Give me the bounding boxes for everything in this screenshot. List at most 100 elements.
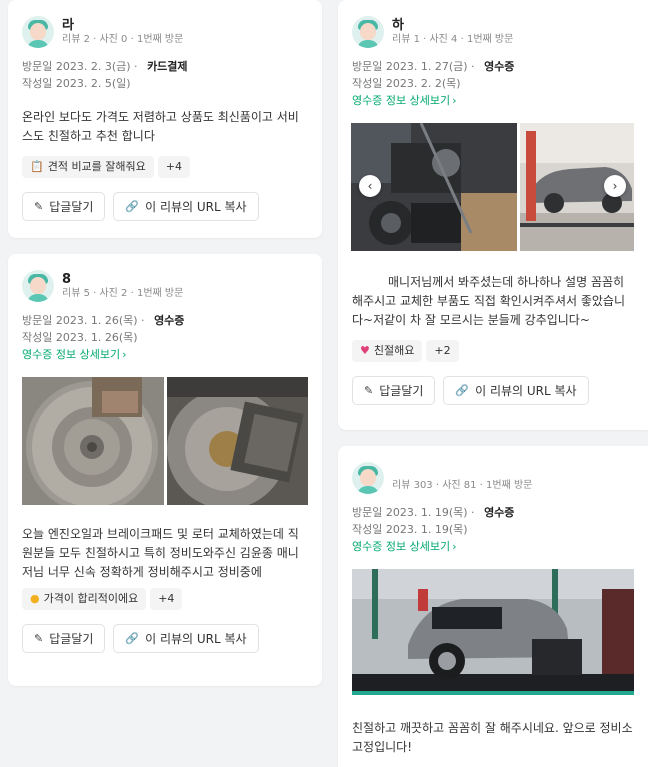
review-card: 라 리뷰 2 · 사진 0 · 1번째 방문 방문일 2023. 2. 3(금)… [8,0,322,238]
visit-date-row: 방문일 2023. 1. 27(금) · 영수증 [352,60,515,73]
written-label: 작성일 [22,331,53,344]
pencil-icon: ✎ [364,384,374,397]
written-date-row: 작성일 2023. 1. 19(목) [352,521,634,538]
tag-label: 견적 비교를 잘해줘요 [47,160,146,173]
reviewer-nickname[interactable] [392,464,532,480]
brake-rotor-photo [22,377,164,505]
clipboard-icon: 📋 [30,160,44,173]
review-tag: ● 가격이 합리적이에요 [22,588,147,610]
review-card: 리뷰 303 · 사진 81 · 1번째 방문 방문일 2023. 1. 19(… [338,446,648,767]
more-tags-button[interactable]: +4 [150,588,183,610]
reviewer-stats: 리뷰 5 · 사진 2 · 1번째 방문 [62,287,184,299]
tag-label: 가격이 합리적이에요 [43,592,139,605]
chevron-left-icon: ‹ [367,179,373,193]
reply-button[interactable]: ✎ 답글달기 [22,192,106,221]
review-text: 매니저님께서 봐주셨는데 하나하나 설명 꼼꼼히 해주시고 교체한 부품도 직접… [352,273,634,330]
copy-url-button[interactable]: 🔗 이 리뷰의 URL 복사 [113,192,259,221]
reply-button[interactable]: ✎ 답글달기 [352,376,436,405]
reply-button[interactable]: ✎ 답글달기 [22,624,106,653]
visit-label: 방문일 [22,60,53,73]
review-text: 오늘 엔진오일과 브레이크패드 및 로터 교체하였는데 직원분들 모두 친절하시… [22,527,299,579]
avatar[interactable] [22,16,54,48]
written-date-row: 작성일 2023. 1. 26(목) [22,329,308,346]
payment-method: 영수증 [484,506,515,519]
review-text-body: 매니저님께서 봐주셨는데 하나하나 설명 꼼꼼히 해주시고 교체한 부품도 직접… [352,275,625,327]
review-photo[interactable] [22,377,164,505]
tag-label: 친절해요 [373,344,415,357]
reply-label: 답글달기 [49,200,94,214]
reviewer-nickname[interactable]: 8 [62,272,183,288]
copy-url-label: 이 리뷰의 URL 복사 [475,384,577,398]
written-date: 2023. 1. 26(목) [55,331,138,344]
receipt-detail-link[interactable]: 영수증 정보 상세보기 › [352,538,634,555]
written-date: 2023. 2. 2(목) [385,77,461,90]
carousel-prev-button[interactable]: ‹ [359,175,381,197]
reply-label: 답글달기 [49,632,94,646]
visit-date: 2023. 1. 26(목) [55,314,138,327]
payment-method: 카드결제 [147,60,188,73]
review-text: 온라인 보다도 가격도 저렴하고 상품도 최신품이고 서비스도 친절하고 추천 … [22,110,299,143]
avatar[interactable] [352,16,384,48]
written-label: 작성일 [22,77,53,90]
visit-label: 방문일 [352,506,383,519]
visit-date: 2023. 2. 3(금) [55,60,131,73]
written-label: 작성일 [352,523,383,536]
chevron-right-icon: › [452,94,457,107]
reply-label: 답글달기 [379,384,424,398]
reviewer-stats: 리뷰 2 · 사진 0 · 1번째 방문 [62,33,184,45]
reviewer-stats: 리뷰 1 · 사진 4 · 1번째 방문 [392,33,514,45]
chevron-right-icon: › [452,540,457,553]
more-tags-button[interactable]: +4 [157,156,190,178]
copy-url-button[interactable]: 🔗 이 리뷰의 URL 복사 [443,376,589,405]
receipt-link-label: 영수증 정보 상세보기 [352,540,451,553]
coin-icon: ● [30,592,40,605]
reviewer-stats: 리뷰 303 · 사진 81 · 1번째 방문 [392,479,533,491]
visit-label: 방문일 [22,314,53,327]
reviewer-nickname[interactable]: 하 [392,18,513,34]
receipt-detail-link[interactable]: 영수증 정보 상세보기 › [22,346,308,363]
visit-date-row: 방문일 2023. 2. 3(금) · 카드결제 [22,60,188,73]
avatar[interactable] [22,270,54,302]
review-card: 하 리뷰 1 · 사진 4 · 1번째 방문 방문일 2023. 1. 27(금… [338,0,648,430]
review-photo[interactable] [352,569,634,695]
review-photo[interactable]: ‹ [351,123,518,251]
written-date: 2023. 1. 19(목) [385,523,468,536]
payment-method: 영수증 [484,60,515,73]
chevron-right-icon: › [612,179,618,193]
heart-icon: ♥ [360,344,370,357]
review-text: 친절하고 깨끗하고 꼼꼼히 잘 해주시네요. 앞으로 정비소 고정입니다! [352,721,633,754]
link-icon: 🔗 [455,384,470,397]
link-icon: 🔗 [125,200,140,213]
review-tag: ♥ 친절해요 [352,340,423,362]
visit-date: 2023. 1. 19(목) [385,506,468,519]
written-date: 2023. 2. 5(일) [55,77,131,90]
visit-date: 2023. 1. 27(금) [385,60,468,73]
chevron-right-icon: › [122,348,127,361]
review-card: 8 리뷰 5 · 사진 2 · 1번째 방문 방문일 2023. 1. 26(목… [8,254,322,686]
receipt-link-label: 영수증 정보 상세보기 [352,94,451,107]
visit-date-row: 방문일 2023. 1. 26(목) · 영수증 [22,314,185,327]
receipt-link-label: 영수증 정보 상세보기 [22,348,121,361]
payment-method: 영수증 [154,314,185,327]
written-label: 작성일 [352,77,383,90]
visit-date-row: 방문일 2023. 1. 19(목) · 영수증 [352,506,515,519]
receipt-detail-link[interactable]: 영수증 정보 상세보기 › [352,92,634,109]
copy-url-label: 이 리뷰의 URL 복사 [145,632,247,646]
reviewer-nickname[interactable]: 라 [62,18,183,34]
visit-label: 방문일 [352,60,383,73]
copy-url-label: 이 리뷰의 URL 복사 [145,200,247,214]
car-in-garage-photo [352,569,634,695]
review-tag: 📋 견적 비교를 잘해줘요 [22,156,154,178]
review-photo[interactable]: › [520,123,634,251]
written-date-row: 작성일 2023. 2. 5(일) [22,75,308,92]
avatar[interactable] [352,462,384,494]
more-tags-button[interactable]: +2 [426,340,459,362]
link-icon: 🔗 [125,632,140,645]
brake-pad-photo [166,377,308,505]
copy-url-button[interactable]: 🔗 이 리뷰의 URL 복사 [113,624,259,653]
pencil-icon: ✎ [34,632,44,645]
written-date-row: 작성일 2023. 2. 2(목) [352,75,634,92]
pencil-icon: ✎ [34,200,44,213]
review-photo[interactable] [166,377,308,505]
carousel-next-button[interactable]: › [604,175,626,197]
